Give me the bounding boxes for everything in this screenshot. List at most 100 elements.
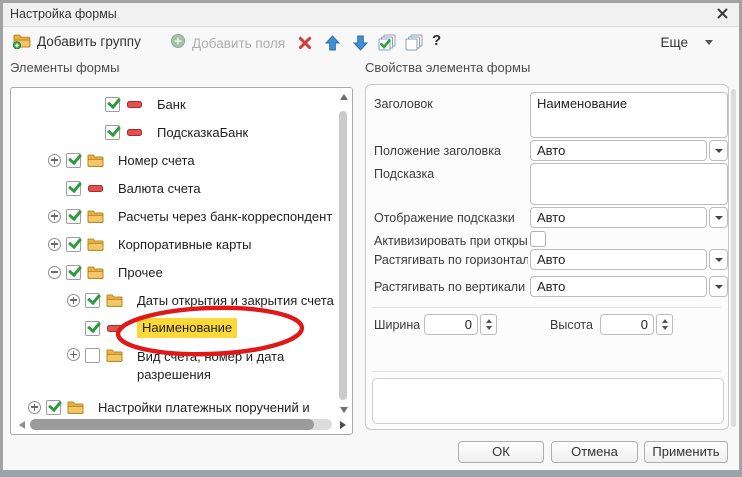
title-position-dropdown-icon[interactable] bbox=[709, 140, 728, 161]
uncheck-all-button[interactable] bbox=[405, 34, 424, 52]
tree-item[interactable]: Прочее bbox=[11, 258, 337, 286]
tooltip-input[interactable] bbox=[530, 163, 728, 205]
tree-item[interactable]: ПодсказкаБанк bbox=[11, 118, 337, 146]
activate-on-open-checkbox[interactable] bbox=[530, 231, 546, 247]
tree-item[interactable]: Наименование bbox=[11, 314, 337, 342]
add-fields-button[interactable]: Добавить поля bbox=[170, 33, 285, 54]
folder-icon bbox=[67, 400, 84, 415]
tree-horizontal-scrollbar[interactable] bbox=[17, 419, 332, 430]
tree-item[interactable]: Номер счета bbox=[11, 146, 337, 174]
field-icon bbox=[106, 321, 123, 336]
chevron-down-icon bbox=[705, 40, 713, 45]
expand-icon[interactable] bbox=[48, 238, 61, 251]
stretch-vertical-dropdown-icon[interactable] bbox=[709, 276, 728, 297]
folder-icon bbox=[87, 153, 104, 168]
tree-item-label[interactable]: Даты открытия и закрытия счета bbox=[137, 293, 334, 308]
checkbox[interactable] bbox=[105, 97, 120, 112]
horizontal-scroll-track[interactable] bbox=[30, 419, 332, 430]
checkbox[interactable] bbox=[66, 153, 81, 168]
help-button[interactable]: ? bbox=[432, 32, 441, 49]
scroll-left-icon[interactable] bbox=[19, 421, 25, 429]
tree-item-label[interactable]: Вид счета, номер и дата разрешения bbox=[137, 348, 329, 384]
title-input[interactable]: Наименование bbox=[530, 92, 728, 138]
stretch-horizontal-label: Растягивать по горизонтал bbox=[374, 253, 528, 267]
expand-icon[interactable] bbox=[67, 294, 80, 307]
checkbox[interactable] bbox=[66, 209, 81, 224]
field-icon bbox=[126, 97, 143, 112]
tooltip-label: Подсказка bbox=[374, 167, 528, 181]
width-label: Ширина bbox=[374, 318, 420, 332]
more-button[interactable]: Еще bbox=[661, 35, 713, 50]
tree-item-label[interactable]: Банк bbox=[157, 97, 186, 112]
element-properties-panel: Заголовок Наименование Положение заголов… bbox=[365, 84, 729, 430]
form-elements-panel: Банк ПодсказкаБанк Номер счета Валюта сч… bbox=[10, 87, 353, 435]
stretch-vertical-select[interactable]: Авто bbox=[530, 276, 707, 297]
stretch-horizontal-dropdown-icon[interactable] bbox=[709, 249, 728, 270]
tree-item-label[interactable]: Валюта счета bbox=[118, 181, 201, 196]
add-fields-label: Добавить поля bbox=[192, 36, 285, 51]
tree-item-label[interactable]: Наименование bbox=[137, 318, 237, 338]
height-input[interactable]: 0 bbox=[600, 314, 654, 335]
form-elements-header: Элементы формы bbox=[10, 60, 119, 75]
delete-button[interactable] bbox=[298, 36, 312, 50]
height-stepper[interactable] bbox=[656, 314, 673, 335]
tree-item-label[interactable]: Прочее bbox=[118, 265, 163, 280]
properties-scrollbar[interactable] bbox=[731, 89, 736, 427]
tree-item[interactable]: Настройки платежных поручений и bbox=[11, 394, 337, 417]
expand-icon[interactable] bbox=[67, 348, 80, 361]
vertical-scroll-thumb[interactable] bbox=[339, 111, 347, 400]
close-icon bbox=[717, 8, 728, 19]
ok-button[interactable]: ОК bbox=[458, 441, 544, 463]
tooltip-display-select[interactable]: Авто bbox=[530, 207, 707, 228]
tree-item[interactable]: Валюта счета bbox=[11, 174, 337, 202]
checkbox[interactable] bbox=[66, 265, 81, 280]
scroll-down-icon[interactable] bbox=[340, 407, 348, 413]
move-down-button[interactable] bbox=[353, 35, 368, 51]
expand-icon[interactable] bbox=[48, 154, 61, 167]
tree-item-label[interactable]: ПодсказкаБанк bbox=[157, 125, 248, 140]
check-all-button[interactable] bbox=[378, 34, 397, 52]
window-title: Настройка формы bbox=[10, 7, 117, 21]
title-position-select[interactable]: Авто bbox=[530, 140, 707, 161]
checkbox[interactable] bbox=[66, 181, 81, 196]
checkbox[interactable] bbox=[46, 400, 61, 415]
cancel-button[interactable]: Отмена bbox=[551, 441, 638, 463]
expand-icon[interactable] bbox=[48, 210, 61, 223]
tree-item-label[interactable]: Номер счета bbox=[118, 153, 195, 168]
height-label: Высота bbox=[550, 318, 596, 332]
tooltip-display-dropdown-icon[interactable] bbox=[709, 207, 728, 228]
title-label: Заголовок bbox=[374, 97, 528, 111]
checkbox[interactable] bbox=[66, 237, 81, 252]
form-elements-tree: Банк ПодсказкаБанк Номер счета Валюта сч… bbox=[11, 90, 337, 417]
empty-field[interactable] bbox=[372, 378, 724, 424]
width-stepper[interactable] bbox=[480, 314, 497, 335]
tree-item[interactable]: Вид счета, номер и дата разрешения bbox=[11, 342, 337, 394]
tree-vertical-scrollbar[interactable] bbox=[338, 91, 349, 414]
checkbox[interactable] bbox=[85, 293, 100, 308]
move-up-button[interactable] bbox=[325, 35, 340, 51]
checkbox[interactable] bbox=[85, 321, 100, 336]
tree-item-label[interactable]: Настройки платежных поручений и bbox=[98, 400, 310, 415]
tree-item-label[interactable]: Корпоративные карты bbox=[118, 237, 251, 252]
tree-item[interactable]: Расчеты через банк-корреспондент bbox=[11, 202, 337, 230]
activate-on-open-label: Активизировать при откры bbox=[374, 234, 528, 248]
tree-item[interactable]: Банк bbox=[11, 90, 337, 118]
apply-button[interactable]: Применить bbox=[644, 441, 728, 463]
stretch-horizontal-select[interactable]: Авто bbox=[530, 249, 707, 270]
checkbox[interactable] bbox=[105, 125, 120, 140]
close-button[interactable] bbox=[714, 5, 730, 23]
scroll-right-icon[interactable] bbox=[340, 421, 346, 429]
element-properties-header: Свойства элемента формы bbox=[365, 60, 530, 75]
checkbox[interactable] bbox=[85, 348, 100, 363]
separator bbox=[372, 307, 722, 308]
horizontal-scroll-thumb[interactable] bbox=[30, 419, 314, 430]
add-group-button[interactable]: Добавить группу bbox=[12, 33, 141, 50]
collapse-icon[interactable] bbox=[48, 266, 61, 279]
tree-item-label[interactable]: Расчеты через банк-корреспондент bbox=[118, 209, 332, 224]
expand-icon[interactable] bbox=[28, 401, 41, 414]
width-input[interactable]: 0 bbox=[424, 314, 478, 335]
tree-item[interactable]: Корпоративные карты bbox=[11, 230, 337, 258]
scroll-up-icon[interactable] bbox=[340, 94, 348, 100]
tree-item[interactable]: Даты открытия и закрытия счета bbox=[11, 286, 337, 314]
separator bbox=[372, 371, 722, 372]
